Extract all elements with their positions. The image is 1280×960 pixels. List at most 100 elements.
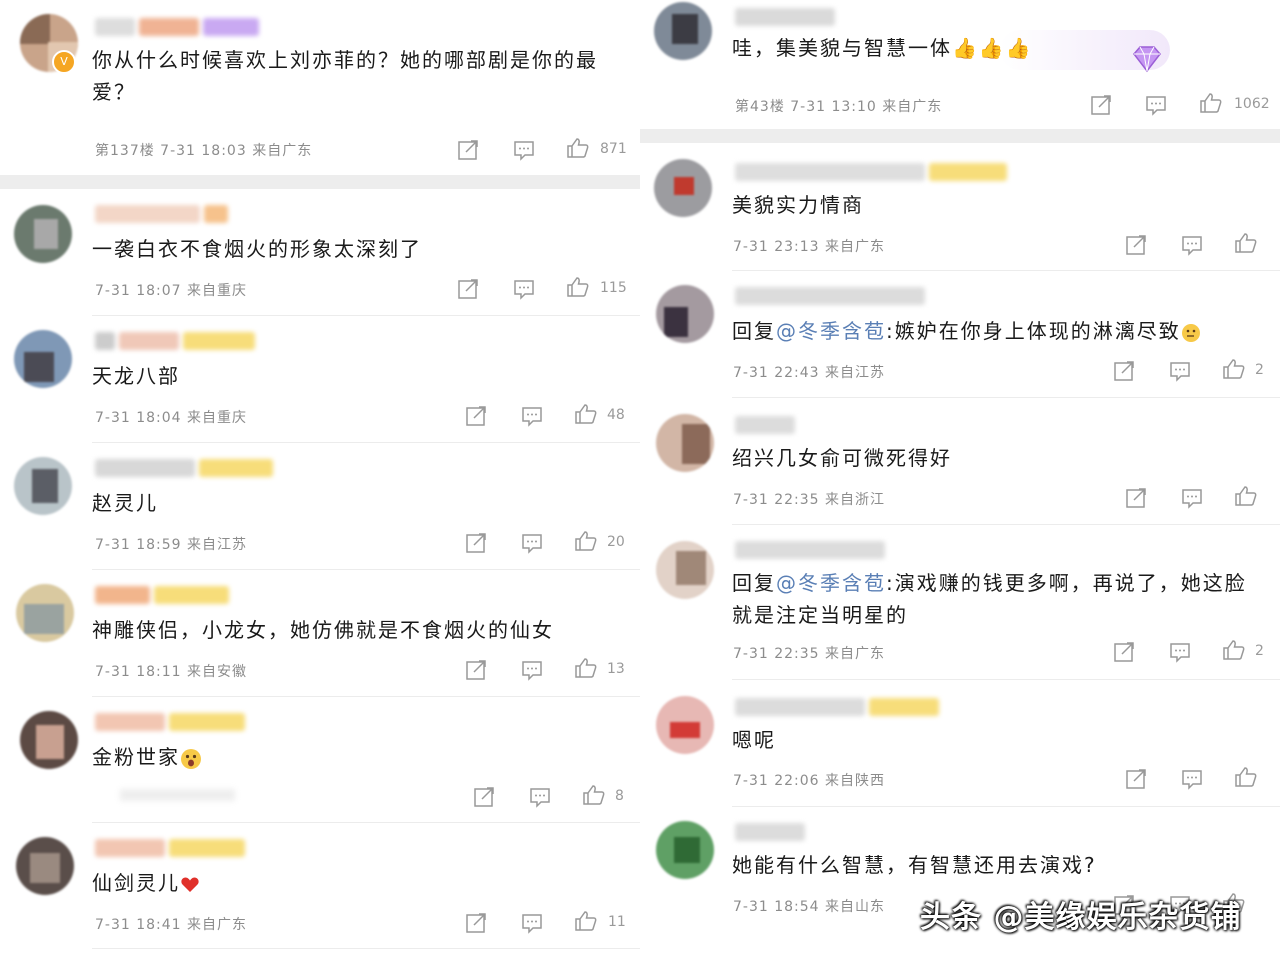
like-count: 20 xyxy=(607,534,625,550)
comment-text: 美貌实力情商 xyxy=(732,193,864,217)
comment-icon[interactable] xyxy=(1168,640,1192,664)
comment-icon[interactable] xyxy=(1144,93,1168,117)
avatar[interactable] xyxy=(656,821,714,879)
avatar[interactable] xyxy=(656,414,714,472)
avatar[interactable] xyxy=(16,837,74,895)
avatar[interactable] xyxy=(654,2,712,60)
comment-item: 哇，集美貌与智慧一体👍👍👍 第43楼 7-31 13:10 来自广东 1062 xyxy=(640,0,1280,128)
comment-meta: 7-31 18:41 来自广东 xyxy=(95,917,248,933)
username-blurred xyxy=(735,8,835,26)
share-icon[interactable] xyxy=(1112,359,1136,383)
like-count: 115 xyxy=(600,280,627,296)
avatar[interactable] xyxy=(14,205,72,263)
comment-text: 她能有什么智慧，有智慧还用去演戏? xyxy=(732,853,1097,877)
like-icon[interactable] xyxy=(1222,638,1246,662)
comment-text: 天龙八部 xyxy=(92,364,180,388)
comment-meta: 7-31 22:35 来自广东 xyxy=(733,646,886,662)
comment-icon[interactable] xyxy=(528,785,552,809)
like-icon[interactable] xyxy=(1222,357,1246,381)
comment-text: 赵灵儿 xyxy=(92,491,158,515)
comment-item: 绍兴几女俞可微死得好 7-31 22:35 来自浙江 xyxy=(640,398,1280,524)
share-icon[interactable] xyxy=(1124,233,1148,257)
comment-icon[interactable] xyxy=(512,277,536,301)
username-blurred xyxy=(735,416,795,434)
like-icon[interactable] xyxy=(1234,231,1258,255)
username-blurred xyxy=(95,586,229,604)
share-icon[interactable] xyxy=(1124,486,1148,510)
like-icon[interactable] xyxy=(566,275,590,299)
comment-item: 嗯呢 7-31 22:06 来自陕西 xyxy=(640,680,1280,806)
like-icon[interactable] xyxy=(1234,765,1258,789)
username-blurred xyxy=(95,18,259,36)
like-icon[interactable] xyxy=(582,783,606,807)
comment-icon[interactable] xyxy=(1180,486,1204,510)
like-icon[interactable] xyxy=(574,909,598,933)
comment-text: 回复@冬季含苞:嫉妒在你身上体现的淋漓尽致 xyxy=(732,315,1272,347)
watermark: 头条 @美缘娱乐杂货铺 xyxy=(920,900,1242,935)
comment-icon[interactable] xyxy=(512,138,536,162)
share-icon[interactable] xyxy=(464,404,488,428)
share-icon[interactable] xyxy=(464,911,488,935)
comment-item: 仙剑灵儿 7-31 18:41 来自广东 11 xyxy=(0,823,640,949)
comment-text: 神雕侠侣，小龙女，她仿佛就是不食烟火的仙女 xyxy=(92,618,554,642)
avatar[interactable] xyxy=(656,696,714,754)
comment-icon[interactable] xyxy=(1180,233,1204,257)
like-icon[interactable] xyxy=(1234,484,1258,508)
share-icon[interactable] xyxy=(464,658,488,682)
comment-meta: 7-31 18:04 来自重庆 xyxy=(95,410,248,426)
share-icon[interactable] xyxy=(456,277,480,301)
comment-meta: 第137楼 7-31 18:03 来自广东 xyxy=(95,143,313,159)
comment-icon[interactable] xyxy=(520,531,544,555)
red-heart-icon xyxy=(181,877,199,892)
comment-icon[interactable] xyxy=(1168,359,1192,383)
username-blurred xyxy=(95,713,245,731)
share-icon[interactable] xyxy=(464,531,488,555)
avatar[interactable] xyxy=(656,541,714,599)
username-blurred xyxy=(95,839,245,857)
shocked-emoji-icon xyxy=(181,748,201,769)
like-count: 13 xyxy=(607,661,625,677)
like-count: 2 xyxy=(1255,362,1264,378)
share-icon[interactable] xyxy=(456,138,480,162)
username-blurred xyxy=(735,823,805,841)
comment-meta: 7-31 18:54 来自山东 xyxy=(733,899,886,915)
verified-badge-icon: V xyxy=(52,50,76,74)
comment-meta: 7-31 18:59 来自江苏 xyxy=(95,537,248,553)
like-count: 11 xyxy=(608,914,626,930)
like-icon[interactable] xyxy=(574,402,598,426)
like-icon[interactable] xyxy=(574,656,598,680)
share-icon[interactable] xyxy=(472,785,496,809)
like-count: 1062 xyxy=(1234,96,1270,112)
like-count: 48 xyxy=(607,407,625,423)
share-icon[interactable] xyxy=(1112,640,1136,664)
avatar[interactable] xyxy=(654,159,712,217)
like-icon[interactable] xyxy=(566,136,590,160)
mention-link[interactable]: @冬季含苞 xyxy=(776,319,886,343)
avatar[interactable] xyxy=(14,330,72,388)
comment-item: 她能有什么智慧，有智慧还用去演戏? 7-31 18:54 来自山东 xyxy=(640,807,1280,960)
share-icon[interactable] xyxy=(1124,767,1148,791)
comment-icon[interactable] xyxy=(520,911,544,935)
comment-icon[interactable] xyxy=(520,658,544,682)
section-separator xyxy=(640,129,1280,143)
comment-text: 你从什么时候喜欢上刘亦菲的？她的哪部剧是你的最爱？ xyxy=(92,48,598,104)
avatar[interactable] xyxy=(14,457,72,515)
avatar[interactable] xyxy=(16,584,74,642)
comment-icon[interactable] xyxy=(1180,767,1204,791)
comment-meta: 7-31 18:11 来自安徽 xyxy=(95,664,248,680)
comment-icon[interactable] xyxy=(520,404,544,428)
avatar[interactable] xyxy=(20,711,78,769)
username-blurred xyxy=(735,541,885,559)
comment-item: 天龙八部 7-31 18:04 来自重庆 48 xyxy=(0,316,640,442)
mention-link[interactable]: @冬季含苞 xyxy=(776,571,886,595)
share-icon[interactable] xyxy=(1089,93,1113,117)
like-icon[interactable] xyxy=(1199,91,1223,115)
like-icon[interactable] xyxy=(574,529,598,553)
username-blurred xyxy=(735,287,925,305)
like-count: 871 xyxy=(600,141,627,157)
comment-item: 神雕侠侣，小龙女，她仿佛就是不食烟火的仙女 7-31 18:11 来自安徽 13 xyxy=(0,570,640,696)
avatar[interactable] xyxy=(656,285,714,343)
username-blurred xyxy=(95,459,273,477)
comment-text: 回复@冬季含苞:演戏赚的钱更多啊，再说了，她这脸就是注定当明星的 xyxy=(732,571,1247,627)
comment-item: 美貌实力情商 7-31 23:13 来自广东 xyxy=(640,143,1280,270)
